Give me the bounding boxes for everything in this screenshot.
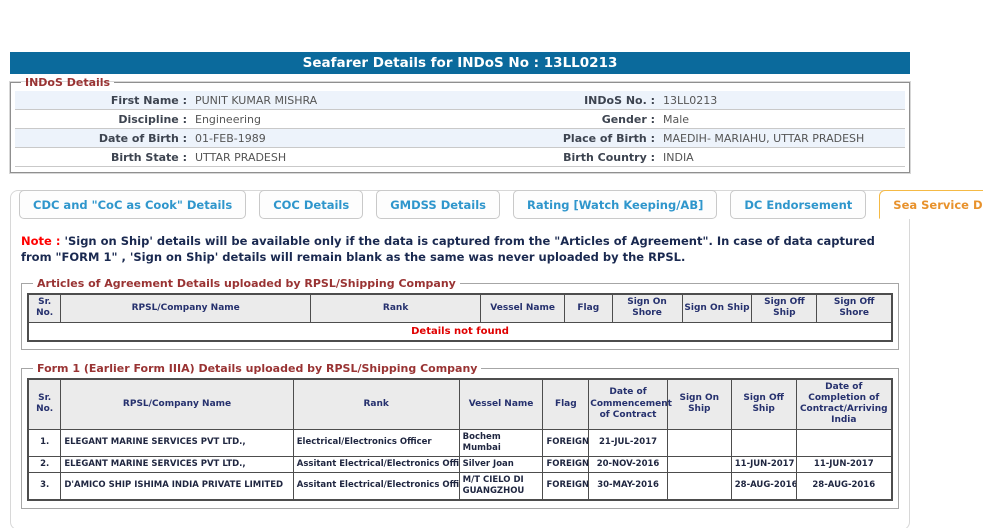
tab-dc-endorsement[interactable]: DC Endorsement (730, 190, 867, 219)
col-sign-on-ship: Sign On Ship (666, 378, 732, 430)
form1-table: Sr. No. RPSL/Company Name Rank Vessel Na… (27, 377, 893, 501)
sign-on-ship-date (666, 471, 732, 501)
tab-gmdss-details[interactable]: GMDSS Details (376, 190, 501, 219)
tab-bar: CDC and "CoC as Cook" Details COC Detail… (11, 190, 983, 219)
page-title: Seafarer Details for INDoS No : 13LL0213 (10, 52, 910, 74)
birth-state-label: Birth State : (110, 150, 187, 164)
form1-header-row: Sr. No. RPSL/Company Name Rank Vessel Na… (27, 378, 893, 430)
indos-row-name: First Name : PUNIT KUMAR MISHRA INDoS No… (15, 91, 905, 110)
col-sr-no: Sr. No. (27, 378, 62, 430)
table-row: 1. ELEGANT MARINE SERVICES PVT LTD., Ele… (27, 428, 893, 457)
form1-legend: Form 1 (Earlier Form IIIA) Details uploa… (37, 361, 478, 375)
col-sign-on-ship: Sign On Ship (681, 293, 753, 323)
note-prefix: Note : (21, 234, 61, 248)
col-vessel: Vessel Name (458, 378, 544, 430)
articles-of-agreement-section: Articles of Agreement Details uploaded b… (21, 277, 899, 350)
col-flag: Flag (542, 378, 590, 430)
articles-header-row: Sr. No. RPSL/Company Name Rank Vessel Na… (27, 293, 893, 323)
note-text: 'Sign on Ship' details will be available… (21, 234, 875, 265)
col-rank: Rank (292, 378, 460, 430)
col-sign-on-shore: Sign On Shore (611, 293, 683, 323)
vessel-name: Silver Joan (458, 455, 544, 473)
col-sign-off-ship: Sign Off Ship (730, 378, 797, 430)
commencement-date: 20-NOV-2016 (588, 455, 668, 473)
sr-no: 3. (27, 471, 62, 501)
form1-section: Form 1 (Earlier Form IIIA) Details uploa… (21, 361, 899, 509)
indos-row-birth: Date of Birth : 01-FEB-1989 Place of Bir… (15, 129, 905, 148)
indos-no-value: 13LL0213 (663, 93, 718, 107)
sign-on-ship-note: Note : 'Sign on Ship' details will be av… (11, 219, 909, 265)
gender-value: Male (663, 112, 690, 126)
col-flag: Flag (564, 293, 613, 323)
rank: Electrical/Electronics Officer (292, 428, 460, 457)
completion-date: 28-AUG-2016 (795, 471, 893, 501)
vessel-name: M/T CIELO DI GUANGZHOU (458, 471, 544, 501)
col-sign-off-shore: Sign Off Shore (816, 293, 893, 323)
table-row: 3. D'AMICO SHIP ISHIMA INDIA PRIVATE LIM… (27, 471, 893, 501)
discipline-label: Discipline : (118, 112, 187, 126)
first-name-value: PUNIT KUMAR MISHRA (195, 93, 318, 107)
articles-empty-row: Details not found (27, 321, 893, 342)
indos-row-state: Birth State : UTTAR PRADESH Birth Countr… (15, 148, 905, 167)
birth-country-value: INDIA (663, 150, 694, 164)
company-name: ELEGANT MARINE SERVICES PVT LTD., (60, 428, 294, 457)
articles-legend: Articles of Agreement Details uploaded b… (37, 277, 456, 291)
col-completion: Date of Completion of Contract/Arriving … (795, 378, 893, 430)
commencement-date: 21-JUL-2017 (588, 428, 668, 457)
flag: FOREIGN (542, 455, 590, 473)
tab-coc-details[interactable]: COC Details (259, 190, 364, 219)
indos-no-label: INDoS No. : (584, 93, 655, 107)
discipline-value: Engineering (195, 112, 261, 126)
table-row: 2. ELEGANT MARINE SERVICES PVT LTD., Ass… (27, 455, 893, 473)
sea-service-panel: CDC and "CoC as Cook" Details COC Detail… (10, 190, 983, 528)
company-name: D'AMICO SHIP ISHIMA INDIA PRIVATE LIMITE… (60, 471, 294, 501)
col-rank: Rank (310, 293, 482, 323)
flag: FOREIGN (542, 471, 590, 501)
rank: Assitant Electrical/Electronics Officer (292, 471, 460, 501)
tab-cdc-coc-cook-details[interactable]: CDC and "CoC as Cook" Details (19, 190, 247, 219)
sign-off-ship-date: 11-JUN-2017 (730, 455, 797, 473)
sr-no: 2. (27, 455, 62, 473)
details-not-found-message: Details not found (27, 321, 893, 342)
place-of-birth-label: Place of Birth : (562, 131, 655, 145)
sign-on-ship-date (666, 455, 732, 473)
page: Seafarer Details for INDoS No : 13LL0213… (10, 52, 983, 528)
rank: Assitant Electrical/Electronics Officer (292, 455, 460, 473)
tab-sea-service-details[interactable]: Sea Service Details (879, 190, 983, 219)
sr-no: 1. (27, 428, 62, 457)
col-commencement: Date of Commencement of Contract (588, 378, 672, 430)
completion-date: 11-JUN-2017 (795, 455, 893, 473)
dob-label: Date of Birth : (98, 131, 187, 145)
dob-value: 01-FEB-1989 (195, 131, 266, 145)
birth-country-label: Birth Country : (563, 150, 655, 164)
col-company: RPSL/Company Name (60, 378, 294, 430)
articles-table: Sr. No. RPSL/Company Name Rank Vessel Na… (27, 293, 893, 342)
col-company: RPSL/Company Name (60, 293, 312, 323)
col-sr-no: Sr. No. (27, 293, 62, 323)
first-name-label: First Name : (110, 93, 187, 107)
sign-on-ship-date (666, 428, 732, 457)
sign-off-ship-date: 28-AUG-2016 (730, 471, 797, 501)
sign-off-ship-date (730, 428, 797, 457)
company-name: ELEGANT MARINE SERVICES PVT LTD., (60, 455, 294, 473)
gender-label: Gender : (601, 112, 655, 126)
place-of-birth-value: MAEDIH- MARIAHU, UTTAR PRADESH (663, 131, 865, 145)
vessel-name: Bochem Mumbai (458, 428, 544, 457)
col-sign-off-ship: Sign Off Ship (751, 293, 818, 323)
tab-rating-watch-keeping[interactable]: Rating [Watch Keeping/AB] (513, 190, 718, 219)
indos-row-discipline: Discipline : Engineering Gender : Male (15, 110, 905, 129)
commencement-date: 30-MAY-2016 (588, 471, 668, 501)
completion-date (795, 428, 893, 457)
col-vessel: Vessel Name (480, 293, 566, 323)
birth-state-value: UTTAR PRADESH (195, 150, 287, 164)
indos-details-legend: INDoS Details (25, 76, 111, 89)
flag: FOREIGN (542, 428, 590, 457)
indos-details-section: INDoS Details First Name : PUNIT KUMAR M… (10, 76, 910, 173)
